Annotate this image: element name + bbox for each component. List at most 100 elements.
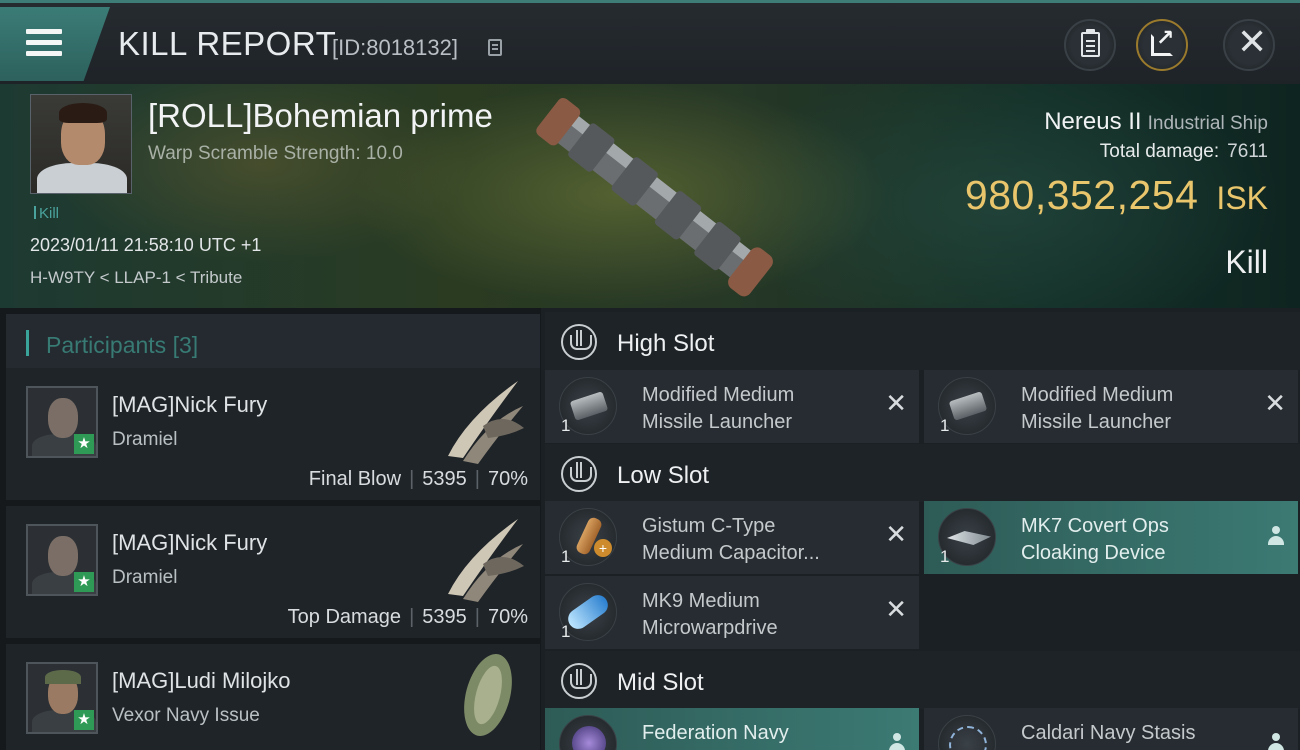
ship-name[interactable]: Nereus II xyxy=(1044,108,1141,135)
dropped-user-icon xyxy=(889,733,905,750)
victim-ship: Nereus II Industrial Ship xyxy=(1044,108,1268,136)
avatar[interactable]: ★ xyxy=(26,662,98,734)
isk-unit: ISK xyxy=(1216,180,1268,216)
clipboard-button[interactable] xyxy=(1064,19,1116,71)
close-icon: ✕ xyxy=(1237,21,1268,62)
low-slot-label: Low Slot xyxy=(617,462,710,489)
module-name-line2: Missile Launcher xyxy=(642,411,793,433)
destroyed-icon: ✕ xyxy=(885,594,907,624)
participant-stats: Final Blow | 5395 | 70% xyxy=(308,468,528,490)
module-name-line2: Missile Launcher xyxy=(1021,411,1172,433)
ship-class: Industrial Ship xyxy=(1147,113,1268,134)
result-label: Kill xyxy=(1225,244,1268,280)
participant-name[interactable]: [MAG]Nick Fury xyxy=(112,392,267,418)
share-icon xyxy=(1151,25,1174,56)
participants-label: Participants xyxy=(46,332,167,358)
participants-panel: Participants [3] ★ [MAG]Nick Fury Dramie… xyxy=(0,308,541,750)
mid-slot-header: Mid Slot xyxy=(545,651,1300,709)
module-item[interactable]: Caldari Navy Stasis xyxy=(924,708,1298,750)
low-slot-header: Low Slot xyxy=(545,444,1300,502)
kill-datetime: 2023/01/11 21:58:10 UTC +1 xyxy=(30,235,262,255)
module-qty: 1 xyxy=(561,416,571,435)
vexor-ship-icon xyxy=(464,654,512,736)
page-title: KILL REPORT xyxy=(118,25,337,62)
module-item[interactable]: 1 Modified Medium Missile Launcher ✕ xyxy=(545,370,919,443)
module-qty: 1 xyxy=(561,622,571,641)
participant-name[interactable]: [MAG]Ludi Milojko xyxy=(112,668,291,694)
dramiel-ship-icon xyxy=(448,519,524,602)
module-item[interactable]: 1 MK7 Covert Ops Cloaking Device xyxy=(924,501,1298,574)
kill-location[interactable]: H-W9TY < LLAP-1 < Tribute xyxy=(30,268,242,288)
star-icon: ★ xyxy=(74,572,94,592)
header-bar: KILL REPORT [ID:8018132] ✕ xyxy=(0,0,1300,84)
high-slot-label: High Slot xyxy=(617,330,715,357)
module-name-line1: MK9 Medium xyxy=(642,590,760,612)
participant-name[interactable]: [MAG]Nick Fury xyxy=(112,530,267,556)
participant-card[interactable]: ★ [MAG]Nick Fury Dramiel Top Damage | 5395… xyxy=(6,506,540,638)
isk-value-row: 980,352,254 ISK xyxy=(965,172,1268,219)
module-item[interactable]: 1 MK9 Medium Microwarpdrive ✕ xyxy=(545,576,919,649)
module-name-line1: Gistum C-Type xyxy=(642,515,776,537)
menu-button[interactable] xyxy=(0,7,110,81)
mid-slot-icon xyxy=(561,663,597,699)
module-name-line2: Cloaking Device xyxy=(1021,542,1166,564)
total-damage: Total damage: 7611 xyxy=(1100,141,1268,163)
close-button[interactable]: ✕ xyxy=(1223,19,1275,71)
stasis-icon xyxy=(938,715,996,750)
module-name-line2: Microwarpdrive xyxy=(642,617,778,639)
victim-portrait[interactable] xyxy=(30,94,132,194)
module-name: Modified Medium Missile Launcher xyxy=(1021,382,1251,436)
participant-role: Final Blow xyxy=(308,468,402,490)
module-name: Gistum C-Type Medium Capacitor... xyxy=(642,513,872,567)
destroyed-icon: ✕ xyxy=(885,519,907,549)
module-qty: 1 xyxy=(940,547,950,566)
module-qty: 1 xyxy=(940,416,950,435)
avatar[interactable]: ★ xyxy=(26,524,98,596)
total-damage-value: 7611 xyxy=(1227,141,1268,162)
participants-header: Participants [3] xyxy=(6,314,540,372)
module-qty: 1 xyxy=(561,547,571,566)
participant-damage: 5395 xyxy=(422,468,467,490)
copy-icon[interactable] xyxy=(488,39,502,56)
module-item[interactable]: Federation Navy xyxy=(545,708,919,750)
participant-card[interactable]: ★ [MAG]Nick Fury Dramiel Final Blow | 5395… xyxy=(6,368,540,500)
participant-ship: Vexor Navy Issue xyxy=(112,705,260,726)
participants-count: [3] xyxy=(172,332,199,358)
clipboard-icon xyxy=(1081,29,1100,57)
participant-ship: Dramiel xyxy=(112,429,178,450)
stasis-webifier-icon xyxy=(559,715,617,750)
hamburger-icon xyxy=(26,29,62,57)
star-icon: ★ xyxy=(74,434,94,454)
participant-damage: 5395 xyxy=(422,606,467,628)
participant-ship: Dramiel xyxy=(112,567,178,588)
module-name-line1: Modified Medium xyxy=(1021,384,1174,406)
victim-name[interactable]: [ROLL]Bohemian prime xyxy=(148,97,493,135)
share-button[interactable] xyxy=(1136,19,1188,71)
dropped-user-icon xyxy=(1268,733,1284,750)
module-name: Modified Medium Missile Launcher xyxy=(642,382,872,436)
high-slot-icon xyxy=(561,324,597,360)
dropped-user-icon xyxy=(1268,526,1284,546)
module-name-line1: Caldari Navy Stasis xyxy=(1021,722,1196,744)
participant-role: Top Damage xyxy=(287,606,402,628)
isk-value: 980,352,254 xyxy=(964,172,1199,218)
mid-slot-label: Mid Slot xyxy=(617,669,704,696)
destroyed-icon: ✕ xyxy=(1264,388,1286,418)
avatar[interactable]: ★ xyxy=(26,386,98,458)
star-icon: ★ xyxy=(74,710,94,730)
ship-image xyxy=(536,97,773,297)
module-item[interactable]: 1 Modified Medium Missile Launcher ✕ xyxy=(924,370,1298,443)
report-id: [ID:8018132] xyxy=(332,35,458,60)
victim-banner: [ROLL]Bohemian prime Warp Scramble Stren… xyxy=(0,84,1300,308)
participant-stats: Top Damage | 5395 | 70% xyxy=(287,606,528,628)
module-name: MK9 Medium Microwarpdrive xyxy=(642,588,872,642)
module-name-line1: Federation Navy xyxy=(642,722,789,744)
module-name: Caldari Navy Stasis xyxy=(1021,720,1251,747)
participant-card[interactable]: ★ [MAG]Ludi Milojko Vexor Navy Issue xyxy=(6,644,540,750)
module-name-line1: Modified Medium xyxy=(642,384,795,406)
module-name-line1: MK7 Covert Ops xyxy=(1021,515,1169,537)
module-item[interactable]: + 1 Gistum C-Type Medium Capacitor... ✕ xyxy=(545,501,919,574)
warp-scramble-strength: Warp Scramble Strength: 10.0 xyxy=(148,143,403,164)
module-name: Federation Navy xyxy=(642,720,872,747)
fitting-panel: High Slot 1 Modified Medium Missile Laun… xyxy=(541,308,1300,750)
